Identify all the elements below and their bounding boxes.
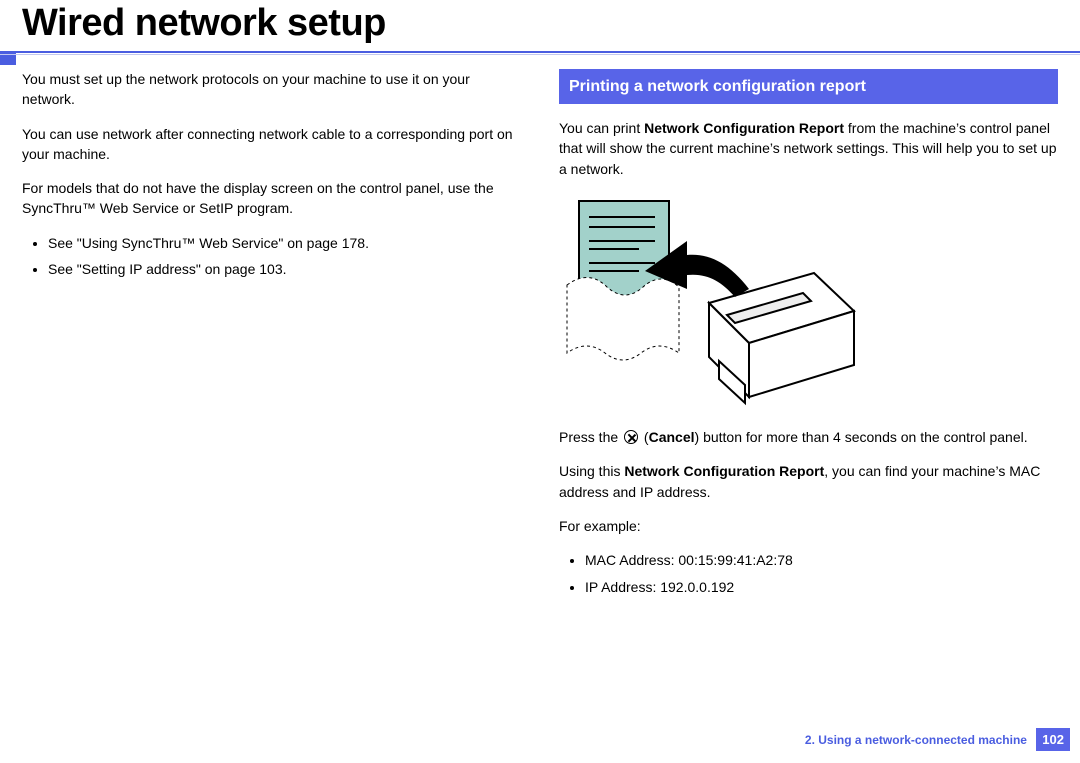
manual-page: Wired network setup You must set up the … xyxy=(0,0,1080,763)
text-span: ) xyxy=(695,429,704,445)
cancel-icon xyxy=(624,430,638,444)
text-span: Press the xyxy=(559,429,622,445)
title-rule xyxy=(0,51,1080,55)
page-title: Wired network setup xyxy=(0,0,1080,51)
two-column-body: You must set up the network protocols on… xyxy=(0,69,1080,611)
left-column: You must set up the network protocols on… xyxy=(22,69,521,611)
see-also-item: See "Setting IP address" on page 103. xyxy=(48,259,521,279)
page-footer: 2. Using a network-connected machine 102 xyxy=(805,728,1070,751)
for-example-label: For example: xyxy=(559,516,1058,536)
chapter-label: 2. Using a network-connected machine xyxy=(805,733,1033,747)
bold-term: Cancel xyxy=(649,429,695,445)
intro-para-1: You must set up the network protocols on… xyxy=(22,69,521,110)
bold-term: Network Configuration Report xyxy=(644,120,844,136)
intro-para-3: For models that do not have the display … xyxy=(22,178,521,219)
see-also-list: See "Using SyncThru™ Web Service" on pag… xyxy=(22,233,521,280)
section-para-1: You can print Network Configuration Repo… xyxy=(559,118,1058,179)
example-list: MAC Address: 00:15:99:41:A2:78 IP Addres… xyxy=(559,550,1058,597)
section-para-3: Using this Network Configuration Report,… xyxy=(559,461,1058,502)
right-column: Printing a network configuration report … xyxy=(559,69,1058,611)
bold-term: Network Configuration Report xyxy=(624,463,824,479)
intro-para-2: You can use network after connecting net… xyxy=(22,124,521,165)
printer-report-illustration xyxy=(559,193,859,413)
text-span: You can print xyxy=(559,120,644,136)
example-item: MAC Address: 00:15:99:41:A2:78 xyxy=(585,550,1058,570)
text-span: button for more than 4 seconds on the co… xyxy=(703,429,1028,445)
example-item: IP Address: 192.0.0.192 xyxy=(585,577,1058,597)
section-heading: Printing a network configuration report xyxy=(559,69,1058,104)
page-number: 102 xyxy=(1036,728,1070,751)
text-span: ( xyxy=(640,429,649,445)
text-span: Using this xyxy=(559,463,624,479)
see-also-item: See "Using SyncThru™ Web Service" on pag… xyxy=(48,233,521,253)
press-cancel-instruction: Press the (Cancel) button for more than … xyxy=(559,427,1058,447)
